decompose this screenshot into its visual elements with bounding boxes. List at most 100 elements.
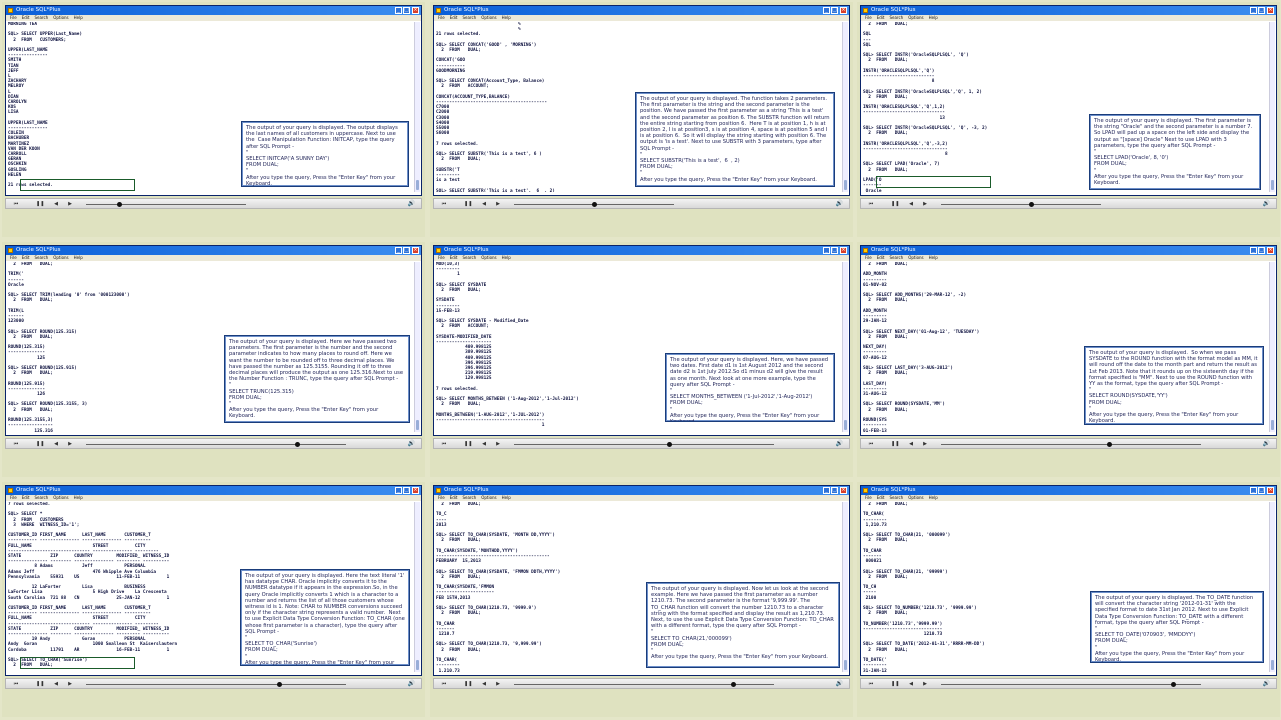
volume-icon[interactable]: 🔊 — [836, 440, 843, 448]
menu-item-file[interactable]: File — [865, 495, 872, 500]
progress-knob[interactable] — [295, 442, 300, 447]
rewind-icon[interactable]: ⏮ — [12, 200, 20, 208]
volume-icon[interactable]: 🔊 — [408, 200, 415, 208]
previous-icon[interactable]: ◀ — [52, 200, 60, 208]
next-icon[interactable]: ▶ — [66, 440, 74, 448]
menu-item-options[interactable]: Options — [481, 255, 496, 260]
scrollbar-thumb[interactable] — [1271, 180, 1274, 190]
menu-item-help[interactable]: Help — [929, 15, 938, 20]
scrollbar-thumb[interactable] — [844, 660, 847, 670]
pause-icon[interactable]: ❚❚ — [891, 680, 899, 688]
menu-item-options[interactable]: Options — [53, 495, 68, 500]
menu-item-help[interactable]: Help — [74, 15, 83, 20]
scrollbar-thumb[interactable] — [844, 180, 847, 190]
menu-item-edit[interactable]: Edit — [450, 255, 458, 260]
previous-icon[interactable]: ◀ — [480, 440, 488, 448]
menu-item-help[interactable]: Help — [74, 495, 83, 500]
close-icon[interactable]: × — [1267, 7, 1274, 14]
progress-knob[interactable] — [1029, 202, 1034, 207]
progress-knob[interactable] — [667, 442, 672, 447]
minimize-icon[interactable]: _ — [823, 7, 830, 14]
menu-item-help[interactable]: Help — [929, 495, 938, 500]
rewind-icon[interactable]: ⏮ — [12, 440, 20, 448]
minimize-icon[interactable]: _ — [1250, 487, 1257, 494]
scrollbar-thumb[interactable] — [1271, 420, 1274, 430]
close-icon[interactable]: × — [412, 247, 419, 254]
maximize-icon[interactable]: □ — [831, 7, 838, 14]
progress-knob[interactable] — [1171, 682, 1176, 687]
close-icon[interactable]: × — [412, 487, 419, 494]
maximize-icon[interactable]: □ — [403, 487, 410, 494]
menu-item-edit[interactable]: Edit — [22, 255, 30, 260]
menu-item-edit[interactable]: Edit — [877, 15, 885, 20]
previous-icon[interactable]: ◀ — [907, 680, 915, 688]
progress-knob[interactable] — [117, 202, 122, 207]
menu-item-options[interactable]: Options — [53, 255, 68, 260]
menu-item-search[interactable]: Search — [889, 15, 903, 20]
menu-item-search[interactable]: Search — [462, 15, 476, 20]
menu-item-help[interactable]: Help — [74, 255, 83, 260]
menu-item-search[interactable]: Search — [34, 495, 48, 500]
menu-item-file[interactable]: File — [10, 255, 17, 260]
next-icon[interactable]: ▶ — [66, 680, 74, 688]
minimize-icon[interactable]: _ — [395, 487, 402, 494]
scrollbar-thumb[interactable] — [844, 420, 847, 430]
minimize-icon[interactable]: _ — [395, 247, 402, 254]
menu-item-options[interactable]: Options — [481, 15, 496, 20]
maximize-icon[interactable]: □ — [1258, 247, 1265, 254]
menu-item-file[interactable]: File — [438, 495, 445, 500]
rewind-icon[interactable]: ⏮ — [867, 680, 875, 688]
menu-item-file[interactable]: File — [438, 255, 445, 260]
progress-track[interactable] — [941, 202, 1101, 207]
progress-knob[interactable] — [1107, 442, 1112, 447]
maximize-icon[interactable]: □ — [1258, 7, 1265, 14]
close-icon[interactable]: × — [1267, 247, 1274, 254]
pause-icon[interactable]: ❚❚ — [464, 200, 472, 208]
next-icon[interactable]: ▶ — [494, 680, 502, 688]
menu-item-help[interactable]: Help — [502, 255, 511, 260]
menu-item-search[interactable]: Search — [889, 495, 903, 500]
menu-item-edit[interactable]: Edit — [22, 15, 30, 20]
volume-icon[interactable]: 🔊 — [1263, 440, 1270, 448]
previous-icon[interactable]: ◀ — [480, 680, 488, 688]
maximize-icon[interactable]: □ — [403, 247, 410, 254]
pause-icon[interactable]: ❚❚ — [36, 440, 44, 448]
progress-knob[interactable] — [592, 202, 597, 207]
menu-item-search[interactable]: Search — [34, 15, 48, 20]
minimize-icon[interactable]: _ — [1250, 247, 1257, 254]
progress-track[interactable] — [514, 682, 774, 687]
menu-item-search[interactable]: Search — [889, 255, 903, 260]
next-icon[interactable]: ▶ — [921, 680, 929, 688]
previous-icon[interactable]: ◀ — [907, 440, 915, 448]
menu-item-help[interactable]: Help — [502, 495, 511, 500]
pause-icon[interactable]: ❚❚ — [36, 200, 44, 208]
progress-track[interactable] — [941, 442, 1201, 447]
minimize-icon[interactable]: _ — [823, 247, 830, 254]
progress-knob[interactable] — [731, 682, 736, 687]
previous-icon[interactable]: ◀ — [480, 200, 488, 208]
pause-icon[interactable]: ❚❚ — [464, 440, 472, 448]
vertical-scrollbar[interactable] — [1269, 262, 1275, 432]
next-icon[interactable]: ▶ — [494, 200, 502, 208]
menu-item-options[interactable]: Options — [481, 495, 496, 500]
volume-icon[interactable]: 🔊 — [836, 200, 843, 208]
vertical-scrollbar[interactable] — [1269, 502, 1275, 672]
menu-item-file[interactable]: File — [10, 15, 17, 20]
menu-item-help[interactable]: Help — [502, 15, 511, 20]
menu-item-search[interactable]: Search — [34, 255, 48, 260]
menu-item-options[interactable]: Options — [53, 15, 68, 20]
menu-item-edit[interactable]: Edit — [877, 495, 885, 500]
volume-icon[interactable]: 🔊 — [1263, 680, 1270, 688]
vertical-scrollbar[interactable] — [1269, 22, 1275, 192]
progress-knob[interactable] — [277, 682, 282, 687]
pause-icon[interactable]: ❚❚ — [464, 680, 472, 688]
volume-icon[interactable]: 🔊 — [408, 440, 415, 448]
pause-icon[interactable]: ❚❚ — [36, 680, 44, 688]
close-icon[interactable]: × — [840, 247, 847, 254]
rewind-icon[interactable]: ⏮ — [867, 200, 875, 208]
progress-track[interactable] — [941, 682, 1201, 687]
progress-track[interactable] — [514, 202, 674, 207]
menu-item-options[interactable]: Options — [908, 15, 923, 20]
vertical-scrollbar[interactable] — [414, 502, 420, 672]
rewind-icon[interactable]: ⏮ — [867, 440, 875, 448]
